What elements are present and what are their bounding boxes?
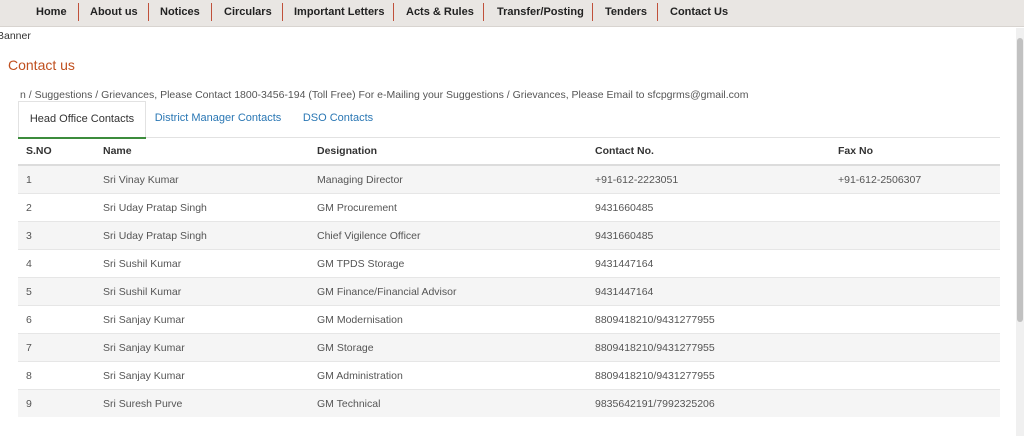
cell-sno: 2: [18, 193, 103, 222]
table-row: 3 Sri Uday Pratap Singh Chief Vigilence …: [18, 221, 1000, 250]
table-row: 5 Sri Sushil Kumar GM Finance/Financial …: [18, 277, 1000, 306]
notice-text: n / Suggestions / Grievances, Please Con…: [20, 89, 749, 101]
tab-dso-contacts[interactable]: DSO Contacts: [293, 101, 383, 137]
cell-name: Sri Sanjay Kumar: [103, 305, 317, 334]
cell-sno: 6: [18, 305, 103, 334]
cell-designation: GM Storage: [317, 333, 595, 362]
nav-transfer-posting[interactable]: Transfer/Posting: [497, 0, 584, 26]
nav-separator: [393, 3, 394, 21]
header-sno: S.NO: [18, 138, 103, 166]
tab-district-manager-contacts[interactable]: District Manager Contacts: [145, 101, 291, 137]
cell-fax: [838, 389, 1000, 417]
table-row: 8 Sri Sanjay Kumar GM Administration 880…: [18, 361, 1000, 390]
nav-separator: [78, 3, 79, 21]
cell-fax: [838, 361, 1000, 390]
cell-contact: +91-612-2223051: [595, 164, 838, 194]
banner-image-alt: Banner: [0, 30, 31, 42]
cell-designation: Managing Director: [317, 164, 595, 194]
cell-fax: [838, 305, 1000, 334]
table-row: 7 Sri Sanjay Kumar GM Storage 8809418210…: [18, 333, 1000, 362]
cell-contact: 9431447164: [595, 249, 838, 278]
scrollbar-thumb[interactable]: [1017, 38, 1023, 322]
nav-circulars[interactable]: Circulars: [224, 0, 272, 26]
table-row: 1 Sri Vinay Kumar Managing Director +91-…: [18, 164, 1000, 194]
nav-separator: [282, 3, 283, 21]
table-row: 6 Sri Sanjay Kumar GM Modernisation 8809…: [18, 305, 1000, 334]
nav-separator: [657, 3, 658, 21]
cell-contact: 8809418210/9431277955: [595, 305, 838, 334]
cell-name: Sri Vinay Kumar: [103, 164, 317, 194]
cell-name: Sri Uday Pratap Singh: [103, 193, 317, 222]
cell-contact: 9431660485: [595, 221, 838, 250]
nav-separator: [211, 3, 212, 21]
tab-head-office-contacts[interactable]: Head Office Contacts: [18, 101, 146, 139]
header-name: Name: [103, 138, 317, 166]
cell-sno: 5: [18, 277, 103, 306]
cell-designation: Chief Vigilence Officer: [317, 221, 595, 250]
nav-separator: [592, 3, 593, 21]
cell-contact: 9835642191/7992325206: [595, 389, 838, 417]
cell-designation: GM Finance/Financial Advisor: [317, 277, 595, 306]
cell-fax: [838, 221, 1000, 250]
cell-sno: 7: [18, 333, 103, 362]
cell-designation: GM Technical: [317, 389, 595, 417]
nav-tenders[interactable]: Tenders: [605, 0, 647, 26]
cell-sno: 9: [18, 389, 103, 417]
cell-name: Sri Sushil Kumar: [103, 249, 317, 278]
cell-designation: GM Modernisation: [317, 305, 595, 334]
contacts-table: S.NO Name Designation Contact No. Fax No…: [18, 138, 1000, 417]
cell-fax: +91-612-2506307: [838, 164, 1000, 194]
page-title: Contact us: [8, 57, 75, 73]
cell-designation: GM Procurement: [317, 193, 595, 222]
table-row: 2 Sri Uday Pratap Singh GM Procurement 9…: [18, 193, 1000, 222]
cell-sno: 8: [18, 361, 103, 390]
cell-fax: [838, 277, 1000, 306]
cell-name: Sri Uday Pratap Singh: [103, 221, 317, 250]
cell-name: Sri Suresh Purve: [103, 389, 317, 417]
cell-sno: 3: [18, 221, 103, 250]
cell-name: Sri Sanjay Kumar: [103, 361, 317, 390]
cell-contact: 8809418210/9431277955: [595, 361, 838, 390]
cell-contact: 9431447164: [595, 277, 838, 306]
nav-home[interactable]: Home: [36, 0, 67, 26]
nav-separator: [483, 3, 484, 21]
header-designation: Designation: [317, 138, 595, 166]
cell-name: Sri Sushil Kumar: [103, 277, 317, 306]
cell-sno: 1: [18, 164, 103, 194]
table-row: 4 Sri Sushil Kumar GM TPDS Storage 94314…: [18, 249, 1000, 278]
cell-name: Sri Sanjay Kumar: [103, 333, 317, 362]
cell-fax: [838, 249, 1000, 278]
nav-acts-rules[interactable]: Acts & Rules: [406, 0, 474, 26]
nav-important-letters[interactable]: Important Letters: [294, 0, 384, 26]
cell-sno: 4: [18, 249, 103, 278]
nav-about-us[interactable]: About us: [90, 0, 138, 26]
top-navigation: Home About us Notices Circulars Importan…: [0, 0, 1024, 27]
cell-contact: 9431660485: [595, 193, 838, 222]
header-contact-no: Contact No.: [595, 138, 838, 166]
nav-notices[interactable]: Notices: [160, 0, 200, 26]
contact-tabs: Head Office Contacts District Manager Co…: [18, 101, 1000, 139]
cell-fax: [838, 333, 1000, 362]
nav-separator: [148, 3, 149, 21]
table-header-row: S.NO Name Designation Contact No. Fax No: [18, 138, 1000, 166]
nav-contact-us[interactable]: Contact Us: [670, 0, 728, 26]
page-scrollbar[interactable]: [1016, 28, 1024, 436]
cell-designation: GM Administration: [317, 361, 595, 390]
header-fax-no: Fax No: [838, 138, 1000, 166]
cell-contact: 8809418210/9431277955: [595, 333, 838, 362]
table-row: 9 Sri Suresh Purve GM Technical 98356421…: [18, 389, 1000, 417]
cell-fax: [838, 193, 1000, 222]
cell-designation: GM TPDS Storage: [317, 249, 595, 278]
